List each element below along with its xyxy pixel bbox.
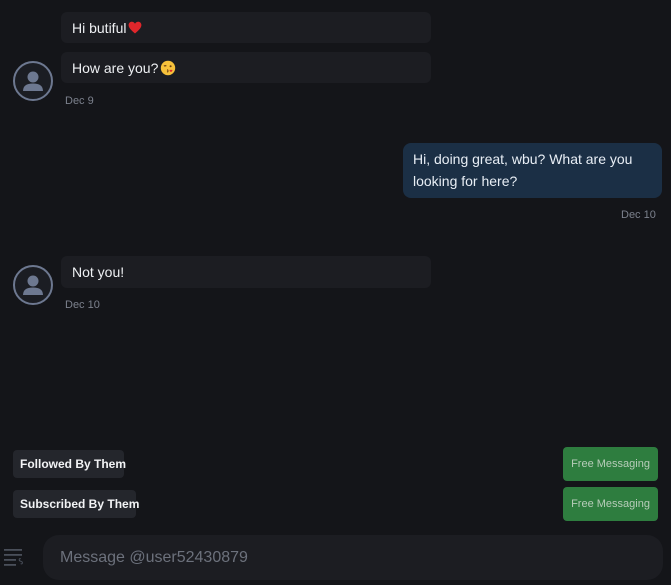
free-messaging-button[interactable]: Free Messaging [563,447,658,481]
message-input[interactable] [43,535,663,580]
message-text: Hi, doing great, wbu? What are you looki… [413,151,633,189]
incoming-message: Not you! [61,256,431,288]
message-text: Not you! [72,264,125,280]
contact-avatar[interactable] [13,61,53,101]
incoming-message: How are you? [61,52,431,83]
incoming-message: Hi butiful [61,12,431,43]
followed-by-them-badge: Followed By Them [13,450,126,478]
contact-avatar[interactable] [13,265,53,305]
message-text: Hi butiful [72,19,127,36]
winking-kiss-emoji-icon [160,60,176,76]
heart-emoji-icon [128,21,142,34]
outgoing-message: Hi, doing great, wbu? What are you looki… [403,143,662,198]
message-timestamp: Dec 10 [621,209,656,221]
message-text: How are you? [72,59,159,76]
message-timestamp: Dec 9 [65,95,94,107]
menu-options-icon[interactable] [4,547,24,567]
subscribed-by-them-badge: Subscribed By Them [13,490,139,518]
message-timestamp: Dec 10 [65,299,100,311]
free-messaging-button[interactable]: Free Messaging [563,487,658,521]
